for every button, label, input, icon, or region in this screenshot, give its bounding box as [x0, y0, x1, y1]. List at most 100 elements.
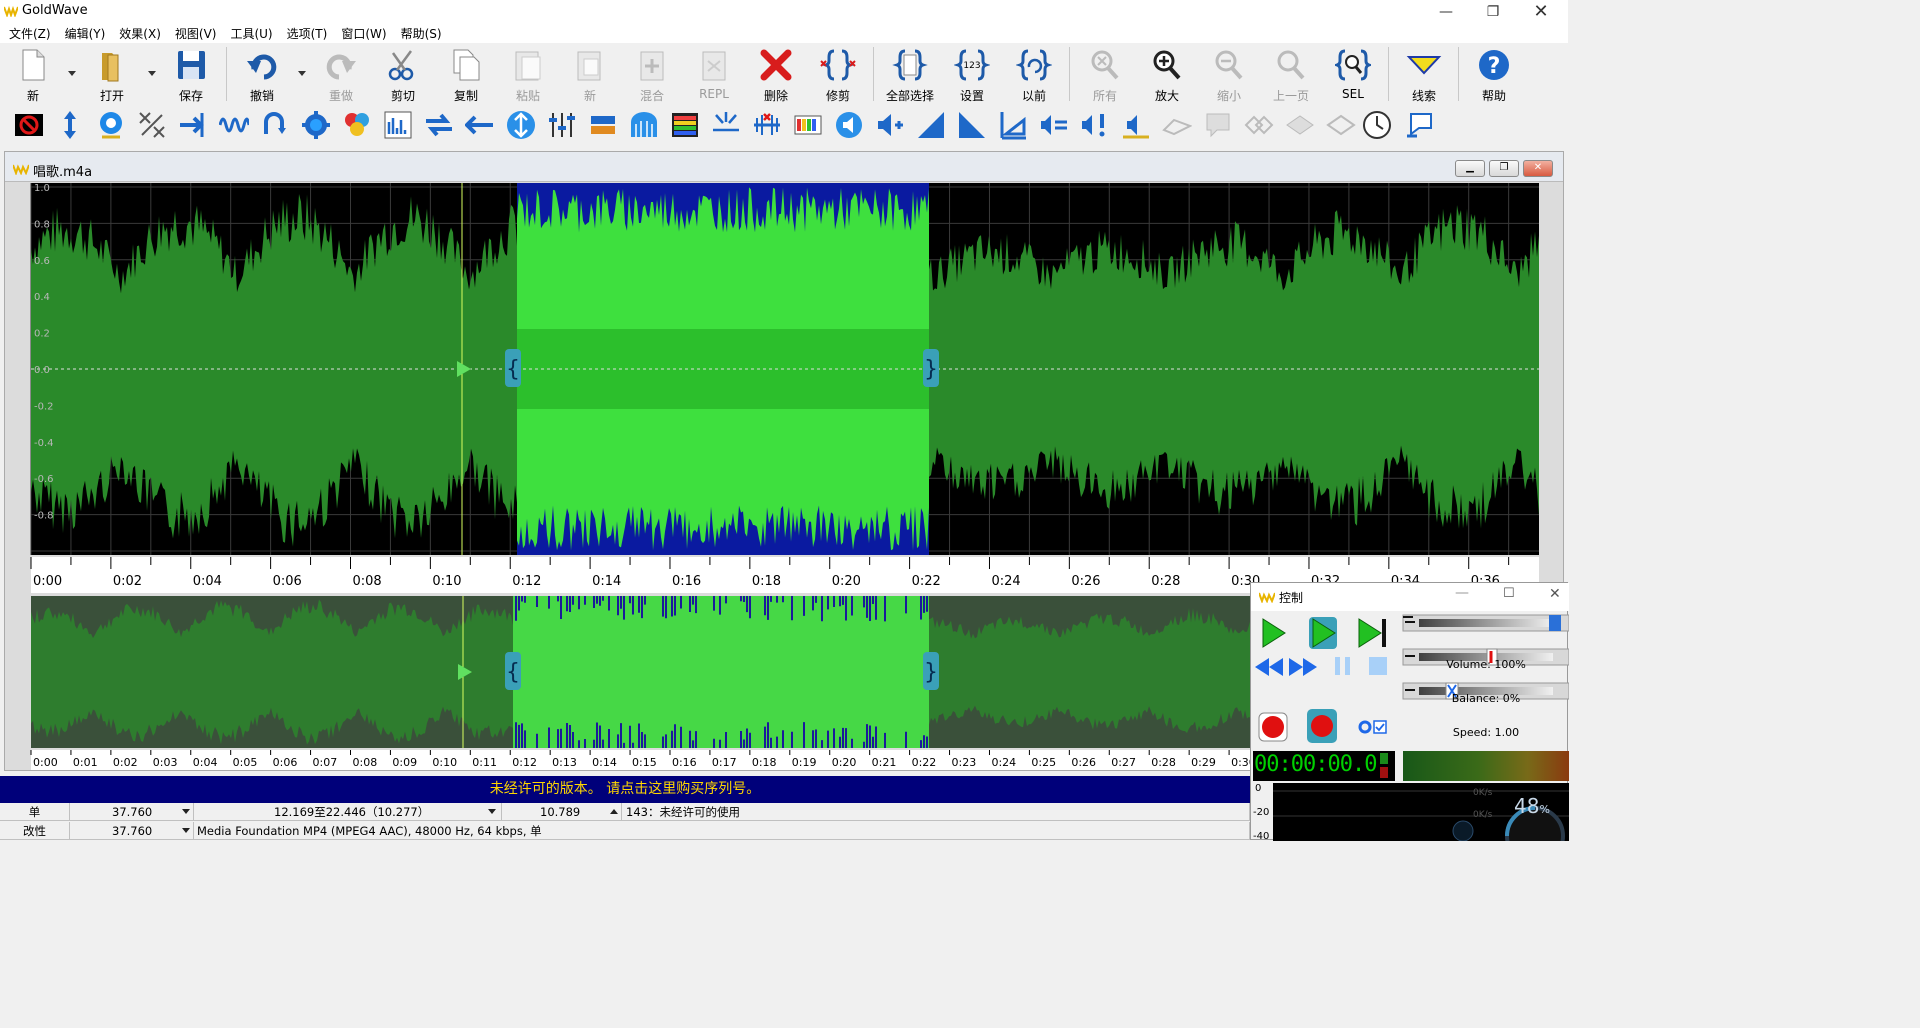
play-to-end-button[interactable]: [1358, 618, 1386, 648]
chevron-down-icon[interactable]: [298, 71, 306, 77]
mix-button[interactable]: 混合: [623, 47, 681, 103]
cut-button[interactable]: 剪切: [374, 47, 432, 103]
wave-effect-icon[interactable]: [219, 110, 249, 140]
menu-file[interactable]: 文件(Z): [2, 23, 58, 43]
doppler-icon[interactable]: [629, 110, 659, 140]
copy-button[interactable]: 复制: [437, 47, 495, 103]
double-diamond-disabled-icon[interactable]: [1285, 110, 1315, 140]
stop-effect-icon[interactable]: [14, 110, 44, 140]
reverse-icon[interactable]: [465, 110, 495, 140]
help-button[interactable]: ? 帮助: [1465, 47, 1523, 103]
marker-disabled-icon[interactable]: [1162, 110, 1192, 140]
fade-disabled-icon[interactable]: [1326, 110, 1356, 140]
zoom-out-button[interactable]: 缩小: [1200, 47, 1258, 103]
spectrum-filter-icon[interactable]: [383, 110, 413, 140]
control-maximize-button[interactable]: ☐: [1503, 586, 1515, 601]
mixer-sliders-icon[interactable]: [547, 110, 577, 140]
unlicensed-banner[interactable]: 未经许可的版本。 请点击这里购买序列号。: [0, 776, 1250, 803]
dialog-disabled-icon[interactable]: [1203, 110, 1233, 140]
fade-out-icon[interactable]: [957, 110, 987, 140]
zoom-selection-button[interactable]: SEL: [1324, 47, 1382, 103]
time-warp-icon[interactable]: [424, 110, 454, 140]
new-button[interactable]: 新: [4, 47, 62, 103]
pause-button[interactable]: [1335, 657, 1350, 675]
selection-end-handle[interactable]: }: [923, 349, 939, 387]
overview-waveform-display[interactable]: { } 0:00 0:01 0:02 0:03 0:04 0:05 0:06 0:07 0:08…: [5, 594, 1255, 770]
record-selection-button[interactable]: [1307, 709, 1337, 743]
delete-button[interactable]: 删除: [747, 47, 805, 103]
volume-boost-icon[interactable]: [875, 110, 905, 140]
wave-close-button[interactable]: ✕: [1523, 160, 1553, 177]
undo-button[interactable]: 撤销: [233, 47, 291, 103]
fade-in-icon[interactable]: [916, 110, 946, 140]
record-mode-button[interactable]: [1358, 720, 1387, 734]
zoom-all-button[interactable]: 所有: [1076, 47, 1134, 103]
redo-button[interactable]: 重做: [312, 47, 370, 103]
overview-end-handle[interactable]: }: [923, 652, 939, 690]
previous-button[interactable]: 以前: [1005, 47, 1063, 103]
replace-button[interactable]: REPL: [685, 47, 743, 103]
channel-mixer-icon[interactable]: [588, 110, 618, 140]
volume-slider-thumb[interactable]: [1549, 615, 1561, 631]
set-button[interactable]: 123 设置: [943, 47, 1001, 103]
volume-slider[interactable]: [1402, 614, 1569, 632]
diamond-disabled-icon[interactable]: [1244, 110, 1274, 140]
play-selection-button[interactable]: [1309, 617, 1337, 649]
volume-envelope-icon[interactable]: [1121, 110, 1151, 140]
menu-window[interactable]: 窗口(W): [334, 23, 393, 43]
total-length[interactable]: 37.760: [70, 803, 194, 821]
color-bars-icon[interactable]: [793, 110, 823, 140]
play-button[interactable]: [1262, 618, 1286, 648]
selection-start-handle[interactable]: {: [505, 349, 521, 387]
noise-reduction-icon[interactable]: [137, 110, 167, 140]
prev-page-button[interactable]: 上一页: [1262, 47, 1320, 103]
wave-restore-button[interactable]: ❐: [1489, 160, 1519, 177]
paste-button[interactable]: 粘贴: [499, 47, 557, 103]
menu-edit[interactable]: 编辑(Y): [58, 23, 113, 43]
restore-button[interactable]: ❐: [1470, 0, 1516, 23]
control-minimize-button[interactable]: —: [1455, 585, 1469, 601]
paste-new-button[interactable]: 新: [561, 47, 619, 103]
menu-effects[interactable]: 效果(X): [112, 23, 168, 43]
trim-button[interactable]: 修剪: [809, 47, 867, 103]
menu-help[interactable]: 帮助(S): [394, 23, 449, 43]
maximize-volume-icon[interactable]: [55, 110, 85, 140]
volume-low-icon[interactable]: [834, 110, 864, 140]
volume-match-icon[interactable]: [1039, 110, 1069, 140]
overview-start-handle[interactable]: {: [505, 652, 521, 690]
total-length-2[interactable]: 37.760: [70, 822, 194, 840]
shape-volume-icon[interactable]: [998, 110, 1028, 140]
speech-icon[interactable]: [1405, 110, 1435, 140]
clock-icon[interactable]: [1362, 110, 1392, 140]
menu-tools[interactable]: 工具(U): [223, 23, 279, 43]
fast-forward-button[interactable]: [1289, 658, 1317, 676]
gear-effect-icon[interactable]: [301, 110, 331, 140]
selection-range[interactable]: 12.169至22.446（10.277）: [194, 803, 502, 821]
invert-icon[interactable]: [506, 110, 536, 140]
select-all-button[interactable]: 全部选择: [880, 47, 940, 103]
wave-minimize-button[interactable]: ▁: [1455, 160, 1485, 177]
cross-fade-icon[interactable]: [752, 110, 782, 140]
volume-alert-icon[interactable]: [1080, 110, 1110, 140]
open-button[interactable]: 打开: [83, 47, 141, 103]
merge-icon[interactable]: [178, 110, 208, 140]
spectrum-display-icon[interactable]: [670, 110, 700, 140]
main-waveform-display[interactable]: 1.0 0.8 0.6 0.4 0.2 0.0 -0.2 -0.4 -0.6 -0.8 { } 0…: [5, 183, 1563, 593]
cue-button[interactable]: 线索: [1395, 47, 1453, 103]
equalizer-color-icon[interactable]: [342, 110, 372, 140]
stop-button[interactable]: [1369, 657, 1387, 675]
minimize-button[interactable]: —: [1423, 0, 1469, 23]
zoom-in-button[interactable]: 放大: [1138, 47, 1196, 103]
record-button[interactable]: [1258, 712, 1288, 742]
control-close-button[interactable]: ✕: [1549, 586, 1561, 602]
rewind-button[interactable]: [1255, 658, 1283, 676]
menu-options[interactable]: 选项(T): [280, 23, 335, 43]
auto-gain-icon[interactable]: [96, 110, 126, 140]
pitch-burst-icon[interactable]: [711, 110, 741, 140]
chevron-down-icon[interactable]: [68, 71, 76, 77]
save-button[interactable]: 保存: [162, 47, 220, 103]
cursor-position[interactable]: 10.789: [502, 803, 622, 821]
menu-view[interactable]: 视图(V): [168, 23, 224, 43]
close-button[interactable]: ✕: [1518, 0, 1564, 23]
echo-icon[interactable]: [260, 110, 290, 140]
